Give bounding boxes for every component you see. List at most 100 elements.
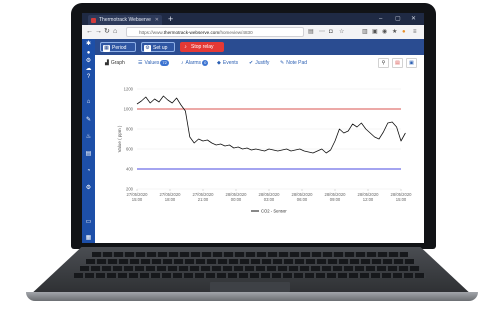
extension-star-icon[interactable]: ★ [392, 25, 397, 39]
stop-relay-button[interactable]: ♪ Stop relay [180, 42, 224, 52]
period-button[interactable]: ▦ Period [100, 42, 136, 52]
home-icon[interactable]: ⌂ [113, 25, 117, 39]
tab-justify[interactable]: ✔ Justify [249, 58, 269, 68]
logo-icon: ✱ [85, 41, 92, 47]
y-axis-label: Value ( ppm ) [117, 125, 122, 152]
y-tick-label: 1000 [124, 107, 134, 112]
check-icon: ✔ [249, 60, 254, 66]
list-icon: ☰ [138, 60, 143, 66]
y-tick-label: 800 [126, 127, 134, 132]
chart-icon: ▟ [105, 60, 109, 66]
close-tab-icon[interactable]: ✕ [155, 15, 159, 25]
account-icon[interactable]: ◉ [382, 25, 387, 39]
bookmark-star-icon[interactable]: ☆ [339, 25, 344, 39]
minimize-icon[interactable]: – [379, 13, 382, 25]
values-count-badge: 72 [160, 60, 169, 66]
app-toolbar: ▦ Period ⚙ Set up ♪ Stop relay [95, 39, 424, 55]
image-export-icon[interactable]: ▣ [406, 58, 417, 68]
pocket-icon[interactable]: ◘ [329, 25, 333, 39]
gauge-icon[interactable]: ◔ [85, 168, 92, 175]
x-tick-time: 15:00 [132, 197, 143, 202]
edit-icon[interactable]: ✎ [85, 117, 92, 124]
app-sidebar: ✱ ● ⚙ ☁ ? ⌂ ✎ ♨ ▤ ◔ ⚙ ▭ ▦ [82, 39, 95, 243]
user-icon[interactable]: ● [85, 50, 92, 57]
library-icon[interactable]: ▥ [362, 25, 368, 39]
laptop-front-edge [26, 292, 478, 301]
x-tick-time: 03:00 [264, 197, 275, 202]
x-tick-time: 12:00 [363, 197, 374, 202]
tab-justify-label: Justify [255, 60, 270, 66]
alarm-bell-icon: ♪ [181, 60, 184, 66]
stop-relay-label: Stop relay [191, 44, 214, 50]
threshold-lines [137, 108, 401, 170]
setup-label: Set up [153, 45, 168, 51]
help-icon[interactable]: ? [85, 74, 92, 81]
reload-icon[interactable]: ↻ [104, 25, 110, 39]
series-lines [136, 95, 406, 154]
tab-events[interactable]: ◆ Events [217, 58, 238, 68]
url-prefix: https://www. [139, 30, 164, 35]
setup-button[interactable]: ⚙ Set up [141, 42, 175, 52]
cloud-icon[interactable]: ☁ [85, 66, 92, 73]
tab-values[interactable]: ☰ Values 72 [138, 58, 169, 68]
y-tick-label: 200 [126, 187, 134, 192]
y-tick-label: 400 [126, 167, 134, 172]
tab-values-label: Values [144, 60, 160, 66]
tab-note-pad-label: Note Pad [286, 60, 308, 66]
back-icon[interactable]: ← [86, 25, 93, 39]
note-icon: ✎ [280, 60, 285, 66]
report-icon[interactable]: ▤ [85, 151, 92, 158]
keyboard-row [92, 252, 408, 257]
co2-chart: Value ( ppm ) 1200 1000 800 600 400 200 27/05… [117, 87, 412, 214]
tab-alarms[interactable]: ♪ Alarms 0 [181, 58, 209, 68]
reader-view-icon[interactable]: ▤ [308, 25, 314, 39]
cog-icon[interactable]: ⚙ [85, 185, 92, 192]
firefox-icon[interactable]: ● [402, 25, 406, 39]
zoom-icon[interactable]: ⚲ [378, 58, 389, 68]
forward-icon[interactable]: → [95, 25, 102, 39]
url-host: thermotrack-webserve.com [163, 30, 220, 35]
setup-gear-icon: ⚙ [144, 44, 151, 52]
y-tick-labels: 1200 1000 800 600 400 200 [124, 87, 134, 192]
sidebar-toggle-icon[interactable]: ▣ [372, 25, 378, 39]
thermometer-icon[interactable]: ♨ [85, 134, 92, 141]
browser-tab[interactable]: Thermotrack Webserve ✕ [88, 15, 162, 25]
browser-tab-title: Thermotrack Webserve [99, 17, 151, 23]
tab-alarms-label: Alarms [185, 60, 202, 66]
maximize-icon[interactable]: ▢ [395, 13, 401, 25]
x-tick-time: 21:00 [198, 197, 209, 202]
content-tabs: ▟ Graph ☰ Values 72 ♪ Alarms 0 ◆ Events ✔ Justi… [95, 55, 424, 71]
address-bar[interactable]: https://www.thermotrack-webserve.com/hom… [126, 27, 304, 37]
keyboard-row [80, 266, 420, 271]
legend: CO2 - Sensor [251, 209, 287, 214]
tab-graph-label: Graph [110, 60, 125, 66]
y-tick-label: 600 [126, 147, 134, 152]
tab-note-pad[interactable]: ✎ Note Pad [280, 58, 307, 68]
grid-icon[interactable]: ▦ [85, 235, 92, 242]
tab-events-label: Events [222, 60, 239, 66]
x-tick-time: 06:00 [297, 197, 308, 202]
x-tick-time: 00:00 [231, 197, 242, 202]
period-label: Period [112, 45, 127, 51]
menu-icon[interactable]: ≡ [413, 25, 417, 39]
home-nav-icon[interactable]: ⌂ [85, 99, 92, 106]
y-gridlines [137, 88, 401, 190]
browser-titlebar: Thermotrack Webserve ✕ + – ▢ ✕ [82, 13, 424, 25]
window-close-icon[interactable]: ✕ [411, 13, 416, 25]
favicon-icon [91, 17, 96, 23]
keyboard-row [86, 259, 414, 264]
pdf-export-icon[interactable]: ▤ [392, 58, 403, 68]
events-icon: ◆ [217, 60, 221, 66]
more-icon[interactable]: ⋯ [319, 25, 325, 39]
x-tick-labels: 27/05/202015:0027/05/202018:0027/05/2020… [127, 189, 412, 202]
new-tab-icon[interactable]: + [168, 13, 173, 25]
y-tick-label: 1200 [124, 87, 134, 92]
series-line [136, 95, 406, 154]
monitor-icon[interactable]: ▭ [85, 219, 92, 226]
x-tick-time: 15:00 [396, 197, 407, 202]
url-path: /homeview/4830 [219, 30, 253, 35]
tab-graph[interactable]: ▟ Graph [105, 58, 125, 68]
bell-icon: ♪ [184, 43, 187, 50]
settings-icon[interactable]: ⚙ [85, 58, 92, 65]
calendar-icon: ▦ [103, 44, 110, 52]
